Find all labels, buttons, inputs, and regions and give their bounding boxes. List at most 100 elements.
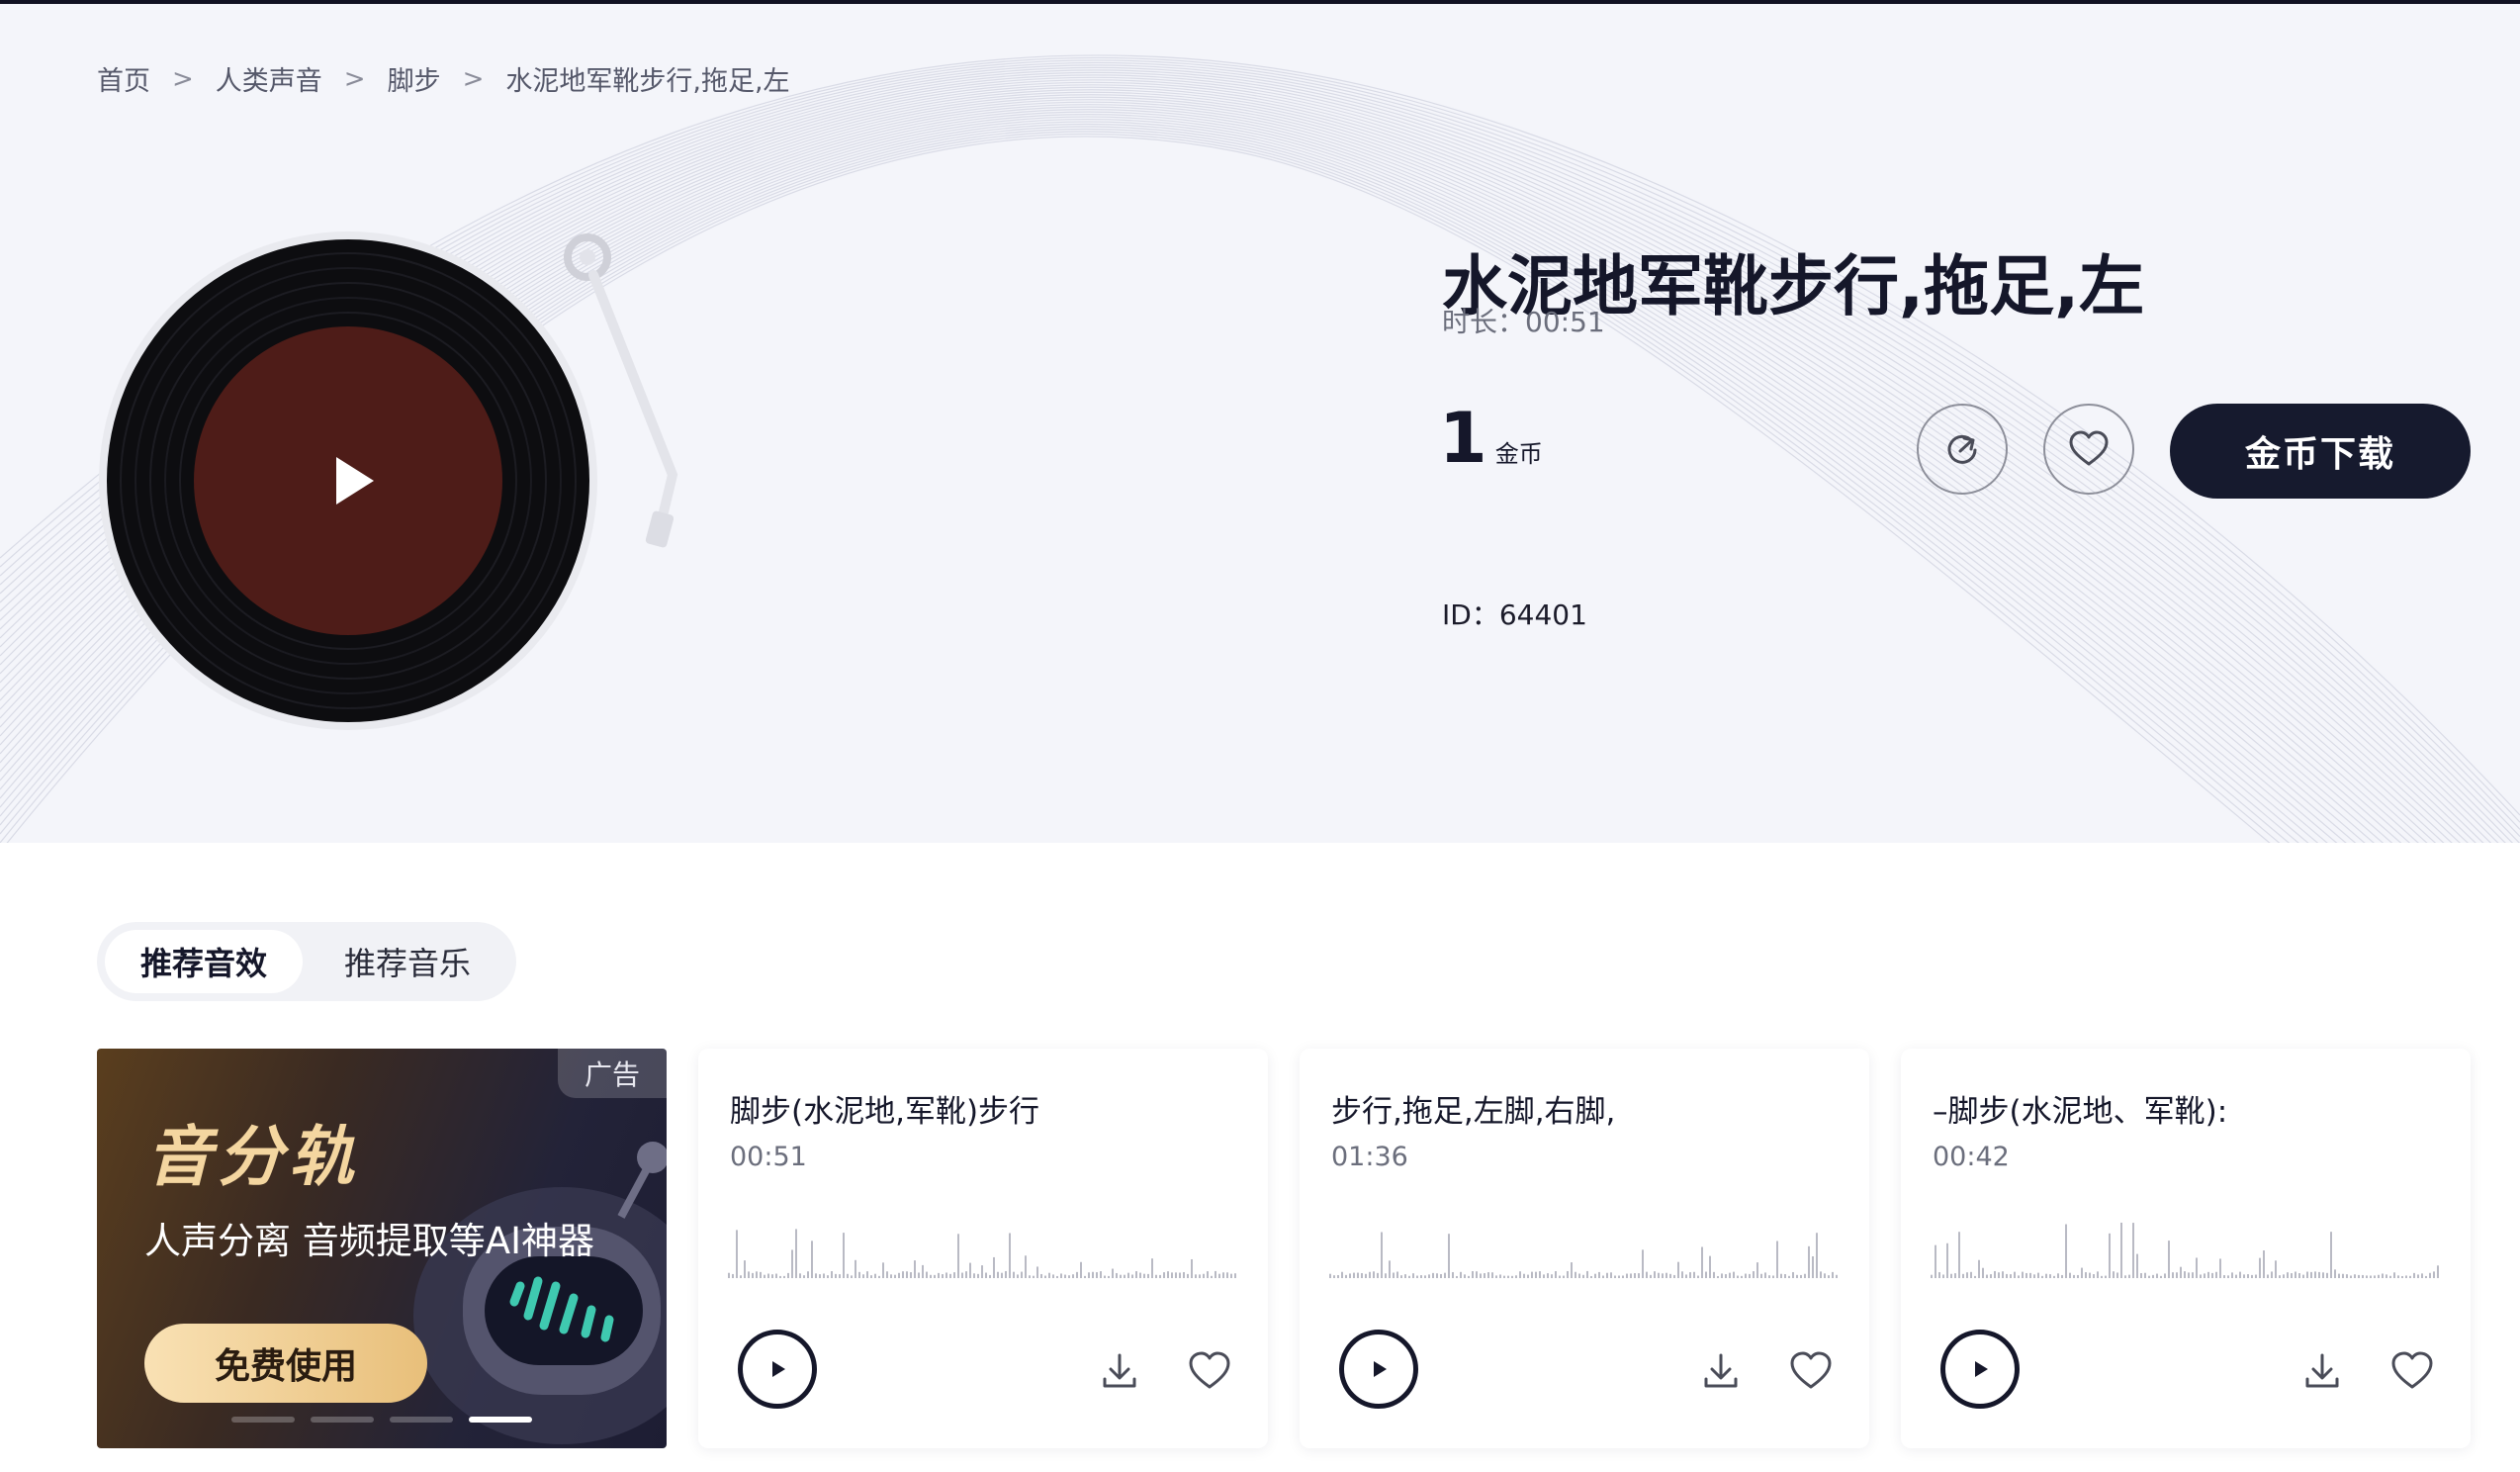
waveform-bar bbox=[803, 1275, 805, 1278]
waveform-bar bbox=[1725, 1274, 1727, 1278]
waveform-bar bbox=[874, 1273, 876, 1278]
waveform-bar bbox=[1400, 1275, 1402, 1278]
breadcrumb-current: 水泥地军靴步行,拖足,左 bbox=[505, 66, 790, 97]
waveform-bar bbox=[1040, 1273, 1042, 1278]
waveform-bar bbox=[2421, 1273, 2423, 1278]
waveform[interactable] bbox=[728, 1217, 1238, 1278]
sound-duration: 时长：00:51 bbox=[1442, 306, 1605, 338]
waveform-bar bbox=[1709, 1255, 1711, 1278]
waveform-bar bbox=[2132, 1223, 2134, 1278]
sound-card[interactable]: 脚步(水泥地,军靴)步行 00:51 bbox=[698, 1049, 1268, 1448]
card-play-button[interactable] bbox=[738, 1330, 817, 1409]
waveform-bar bbox=[2275, 1260, 2277, 1278]
card-title[interactable]: 脚步(水泥地,军靴)步行 bbox=[730, 1086, 1039, 1131]
breadcrumb-home[interactable]: 首页 bbox=[97, 59, 150, 98]
sound-card[interactable]: 步行,拖足,左脚,右脚, 01:36 bbox=[1300, 1049, 1869, 1448]
card-play-button[interactable] bbox=[1940, 1330, 2020, 1409]
tab-recommended-sfx[interactable]: 推荐音效 bbox=[105, 930, 303, 993]
waveform-bar bbox=[1768, 1275, 1770, 1278]
waveform-bar bbox=[1381, 1232, 1383, 1278]
waveform-bar bbox=[1788, 1275, 1790, 1278]
waveform-bar bbox=[2014, 1271, 2016, 1278]
heart-icon[interactable] bbox=[2389, 1349, 2435, 1393]
waveform-bar bbox=[2310, 1271, 2312, 1278]
carousel-dot[interactable] bbox=[311, 1417, 374, 1423]
download-icon[interactable] bbox=[1098, 1349, 1141, 1393]
waveform-bar bbox=[1044, 1275, 1046, 1278]
waveform-bar bbox=[748, 1271, 750, 1278]
waveform-bar bbox=[1832, 1271, 1834, 1278]
waveform-bar bbox=[1084, 1275, 1086, 1278]
waveform-bar bbox=[1713, 1271, 1715, 1278]
waveform-bar bbox=[2105, 1275, 2107, 1278]
waveform-bar bbox=[1017, 1274, 1019, 1278]
waveform-bar bbox=[1618, 1275, 1620, 1278]
carousel-dot[interactable] bbox=[231, 1417, 295, 1423]
download-icon[interactable] bbox=[1699, 1349, 1743, 1393]
waveform-bar bbox=[2271, 1271, 2273, 1278]
sound-card[interactable]: –脚步(水泥地、军靴): 00:42 bbox=[1901, 1049, 2471, 1448]
waveform-bar bbox=[2124, 1275, 2126, 1278]
waveform-bar bbox=[2231, 1272, 2233, 1278]
waveform-bar bbox=[2259, 1257, 2261, 1278]
waveform[interactable] bbox=[1931, 1217, 2441, 1278]
waveform-bar bbox=[898, 1272, 900, 1278]
card-title[interactable]: –脚步(水泥地、军靴): bbox=[1933, 1086, 2227, 1131]
vinyl-player[interactable] bbox=[99, 228, 692, 742]
waveform-bar bbox=[886, 1271, 888, 1278]
card-title[interactable]: 步行,拖足,左脚,右脚, bbox=[1331, 1086, 1615, 1131]
waveform-bar bbox=[2061, 1274, 2063, 1278]
tab-recommended-music[interactable]: 推荐音乐 bbox=[307, 930, 508, 993]
waveform-bar bbox=[2338, 1273, 2340, 1278]
ad-free-use-button[interactable]: 免费使用 bbox=[144, 1324, 427, 1403]
share-button[interactable] bbox=[1917, 404, 2008, 495]
waveform-bar bbox=[1369, 1271, 1371, 1278]
card-play-button[interactable] bbox=[1339, 1330, 1418, 1409]
ad-banner[interactable]: 广告 音分轨 人声分离 音频提取等AI神器 免费使用 bbox=[97, 1049, 667, 1448]
coin-download-button[interactable]: 金币下载 bbox=[2170, 404, 2471, 499]
waveform-bar bbox=[1349, 1273, 1351, 1278]
waveform-bar bbox=[2291, 1273, 2293, 1278]
waveform-bar bbox=[2263, 1250, 2265, 1278]
favorite-button[interactable] bbox=[2043, 404, 2134, 495]
download-icon[interactable] bbox=[2300, 1349, 2344, 1393]
waveform-bar bbox=[1341, 1271, 1343, 1278]
breadcrumb-footsteps[interactable]: 脚步 bbox=[388, 59, 441, 98]
waveform-bar bbox=[2176, 1272, 2178, 1278]
breadcrumb-human-voice[interactable]: 人类声音 bbox=[216, 59, 322, 98]
waveform-bar bbox=[775, 1273, 777, 1278]
carousel-dot-active[interactable] bbox=[469, 1417, 532, 1423]
waveform-bar bbox=[1424, 1275, 1426, 1278]
waveform-bar bbox=[1440, 1273, 1442, 1278]
waveform-bar bbox=[1428, 1274, 1430, 1278]
waveform-bar bbox=[2255, 1274, 2257, 1278]
waveform-bar bbox=[1567, 1270, 1569, 1278]
waveform-bar bbox=[752, 1272, 754, 1278]
heart-icon[interactable] bbox=[1788, 1349, 1834, 1393]
waveform-bar bbox=[1511, 1275, 1513, 1278]
waveform-bar bbox=[1760, 1273, 1762, 1278]
waveform-bar bbox=[1484, 1273, 1485, 1278]
breadcrumb-separator-icon: > bbox=[462, 63, 485, 94]
waveform-bar bbox=[2089, 1272, 2091, 1278]
waveform-bar bbox=[2362, 1274, 2364, 1278]
waveform-bar bbox=[1001, 1272, 1003, 1278]
waveform-bar bbox=[2334, 1269, 2336, 1278]
waveform-bar bbox=[1808, 1245, 1810, 1278]
waveform-bar bbox=[989, 1274, 991, 1278]
waveform-bar bbox=[1080, 1261, 1082, 1278]
waveform-bar bbox=[2097, 1271, 2099, 1278]
carousel-dot[interactable] bbox=[390, 1417, 453, 1423]
ad-slogan: 人声分离 音频提取等AI神器 bbox=[144, 1220, 594, 1262]
waveform-bar bbox=[1982, 1267, 1984, 1278]
waveform-bar bbox=[1412, 1273, 1414, 1278]
waveform[interactable] bbox=[1329, 1217, 1840, 1278]
waveform-bar bbox=[2397, 1275, 2399, 1278]
heart-icon[interactable] bbox=[1187, 1349, 1232, 1393]
waveform-bar bbox=[2330, 1232, 2332, 1278]
waveform-bar bbox=[1491, 1272, 1493, 1278]
waveform-bar bbox=[1408, 1275, 1410, 1278]
waveform-bar bbox=[1056, 1275, 1058, 1278]
waveform-bar bbox=[2018, 1275, 2020, 1278]
waveform-bar bbox=[965, 1271, 967, 1278]
